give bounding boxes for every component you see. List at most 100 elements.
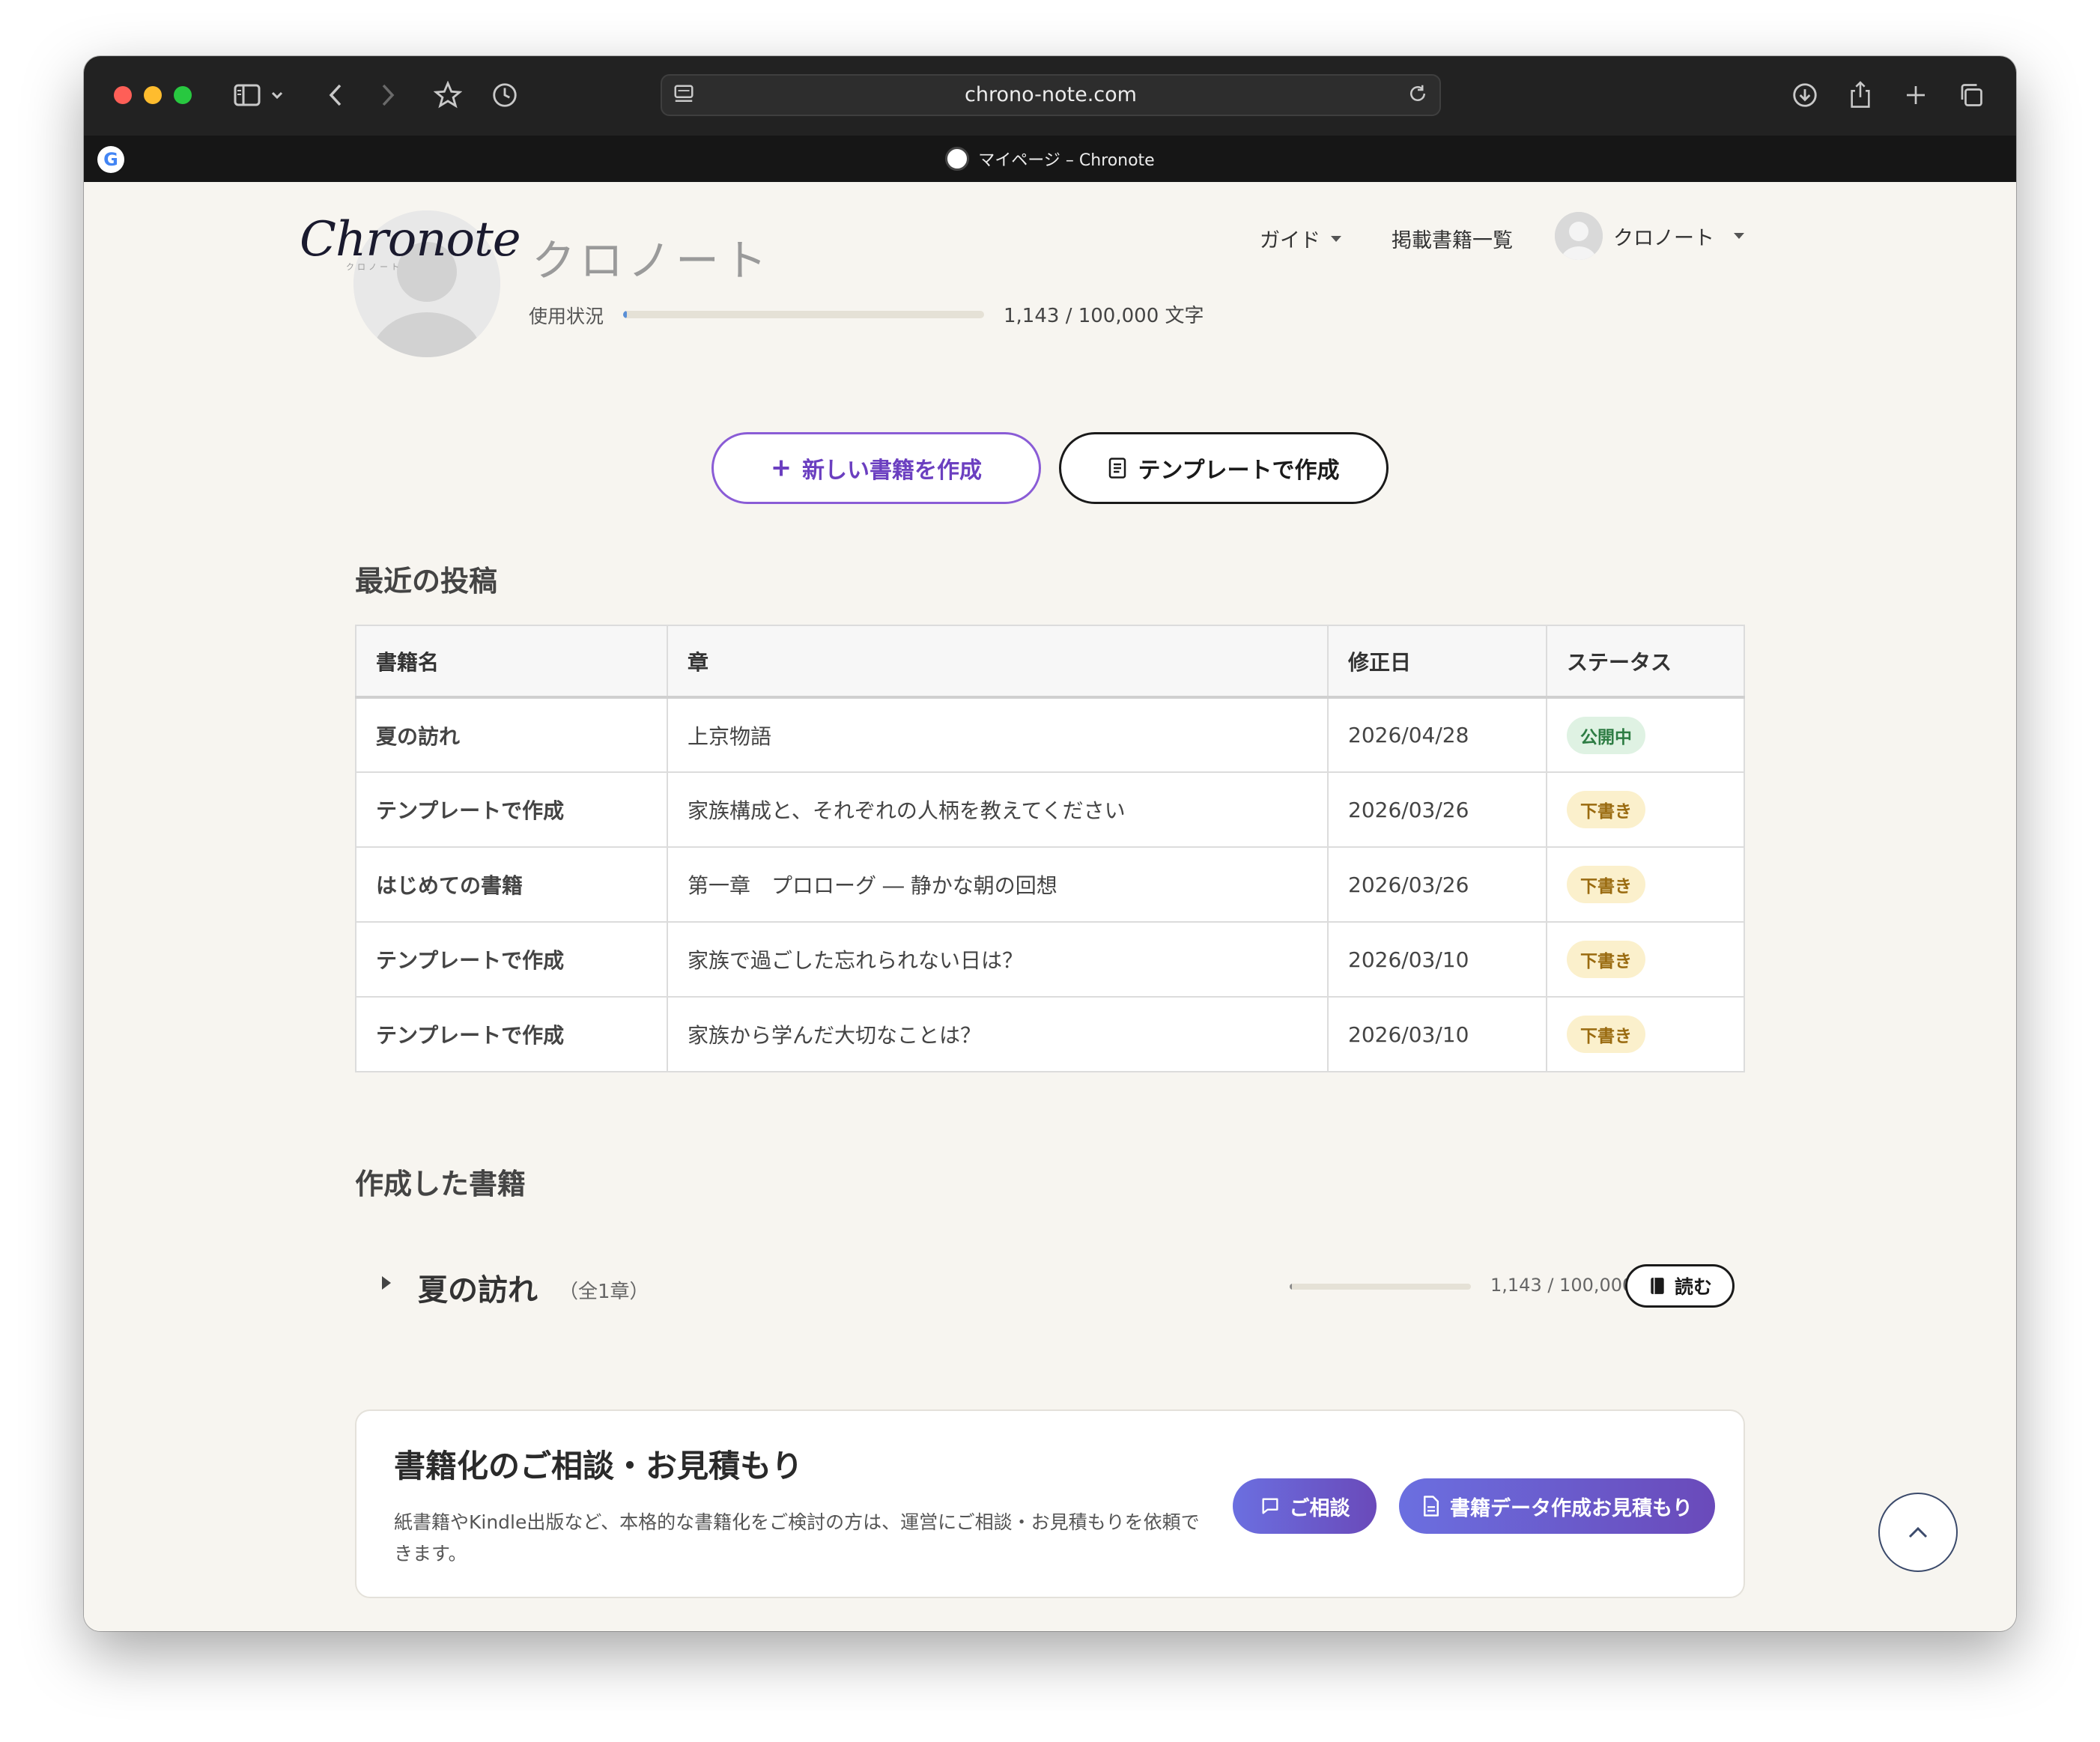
table-row[interactable]: テンプレートで作成 家族構成と、それぞれの人柄を教えてください 2026/03/… (355, 771, 1745, 848)
usage-progress-fill (623, 311, 628, 318)
recent-posts-table: 書籍名 章 修正日 ステータス 夏の訪れ 上京物語 2026/04/28 公開中… (355, 625, 1745, 1072)
minimize-window-button[interactable] (144, 86, 162, 104)
document-icon (1424, 1496, 1439, 1517)
share-icon[interactable] (1844, 79, 1877, 112)
tab-overview-icon[interactable] (1955, 79, 1988, 112)
status-badge: 下書き (1567, 791, 1645, 828)
table-row[interactable]: テンプレートで作成 家族で過ごした忘れられない日は？ 2026/03/10 下書… (355, 921, 1745, 998)
row-status-cell: 下書き (1546, 996, 1745, 1072)
estimate-label: 書籍データ作成お見積もり (1450, 1496, 1693, 1520)
row-status-cell: 下書き (1546, 771, 1745, 848)
close-window-button[interactable] (114, 86, 132, 104)
browser-window: chrono-note.com G マイページ – Chronote Chron… (84, 56, 2016, 1631)
read-label: 読む (1674, 1276, 1712, 1298)
nav-books-list-label: 掲載書籍一覧 (1392, 229, 1513, 252)
row-chapter[interactable]: 第一章 プロローグ ― 静かな朝の回想 (667, 846, 1329, 923)
new-tab-icon[interactable] (1899, 79, 1932, 112)
chronote-favicon-icon (945, 147, 970, 171)
back-icon[interactable] (322, 79, 349, 112)
status-badge: 下書き (1567, 941, 1645, 978)
history-icon[interactable] (488, 79, 521, 112)
new-book-button[interactable]: 新しい書籍を作成 (711, 432, 1041, 504)
tab-bar: G マイページ – Chronote (84, 136, 2016, 182)
usage-count: 1,143 / 100,000 文字 (1004, 305, 1204, 327)
table-row[interactable]: テンプレートで作成 家族から学んだ大切なことは？ 2026/03/10 下書き (355, 996, 1745, 1072)
status-badge: 下書き (1567, 1016, 1645, 1053)
row-book[interactable]: テンプレートで作成 (355, 771, 668, 848)
row-status-cell: 下書き (1546, 921, 1745, 998)
row-chapter[interactable]: 家族構成と、それぞれの人柄を教えてください (667, 771, 1329, 848)
user-avatar (1555, 212, 1603, 260)
row-date: 2026/03/10 (1327, 996, 1547, 1072)
consultation-title: 書籍化のご相談・お見積もり (394, 1448, 804, 1484)
chevron-down-icon (1331, 235, 1341, 242)
status-badge: 下書き (1567, 866, 1645, 903)
consultation-panel: 書籍化のご相談・お見積もり 紙書籍やKindle出版など、本格的な書籍化をご検討… (355, 1409, 1745, 1598)
nav-guide[interactable]: ガイド (1260, 224, 1341, 253)
site-logo-subtitle: クロノート (346, 262, 402, 272)
book-icon (1651, 1278, 1664, 1294)
reload-icon[interactable] (1406, 82, 1429, 105)
book-progress-bar (1290, 1284, 1471, 1290)
plus-icon (773, 460, 789, 476)
row-date: 2026/04/28 (1327, 697, 1547, 773)
usage-progress-bar (623, 311, 984, 318)
consult-button[interactable]: ご相談 (1233, 1478, 1377, 1534)
row-book[interactable]: はじめての書籍 (355, 846, 668, 923)
row-book[interactable]: テンプレートで作成 (355, 996, 668, 1072)
book-progress-fill (1290, 1284, 1292, 1290)
tab-title: マイページ – Chronote (978, 151, 1155, 170)
nav-guide-label: ガイド (1260, 229, 1320, 252)
usage-label: 使用状況 (529, 306, 604, 327)
book-word-count: 1,143 / 100,000 (1490, 1275, 1634, 1296)
consult-label: ご相談 (1289, 1496, 1350, 1520)
chevron-down-icon[interactable] (268, 79, 286, 112)
book-item: 夏の訪れ （全1章） 1,143 / 100,000 読む (355, 1251, 1745, 1318)
row-book[interactable]: テンプレートで作成 (355, 921, 668, 998)
expand-triangle-icon[interactable] (382, 1276, 391, 1290)
table-header-row: 書籍名 章 修正日 ステータス (355, 625, 1745, 698)
recent-posts-title: 最近の投稿 (355, 565, 498, 598)
row-chapter[interactable]: 家族から学んだ大切なことは？ (667, 996, 1329, 1072)
column-header-status: ステータス (1546, 625, 1745, 698)
nav-user-label: クロノート (1613, 226, 1714, 250)
template-create-label: テンプレートで作成 (1138, 458, 1340, 484)
template-create-button[interactable]: テンプレートで作成 (1059, 432, 1389, 504)
table-row[interactable]: 夏の訪れ 上京物語 2026/04/28 公開中 (355, 697, 1745, 773)
nav-books-list[interactable]: 掲載書籍一覧 (1392, 224, 1513, 253)
table-row[interactable]: はじめての書籍 第一章 プロローグ ― 静かな朝の回想 2026/03/26 下… (355, 846, 1745, 923)
row-chapter[interactable]: 家族で過ごした忘れられない日は？ (667, 921, 1329, 998)
row-date: 2026/03/26 (1327, 846, 1547, 923)
row-chapter[interactable]: 上京物語 (667, 697, 1329, 773)
consultation-description: 紙書籍やKindle出版など、本格的な書籍化をご検討の方は、運営にご相談・お見積… (394, 1511, 1200, 1565)
chat-bubble-icon (1262, 1498, 1278, 1514)
zoom-window-button[interactable] (174, 86, 192, 104)
nav-user-menu[interactable]: クロノート (1555, 212, 1744, 260)
url-text[interactable]: chrono-note.com (662, 76, 1439, 115)
scroll-to-top-button[interactable] (1878, 1493, 1958, 1572)
forward-icon[interactable] (374, 79, 401, 112)
active-tab[interactable]: マイページ – Chronote (84, 136, 2016, 182)
sidebar-toggle-icon[interactable] (231, 79, 264, 112)
new-book-label: 新しい書籍を作成 (802, 458, 982, 484)
profile-name: クロノート (532, 235, 772, 286)
browser-toolbar: chrono-note.com (84, 56, 2016, 136)
row-date: 2026/03/26 (1327, 771, 1547, 848)
book-name[interactable]: 夏の訪れ (418, 1266, 538, 1309)
status-badge: 公開中 (1567, 716, 1645, 754)
row-status-cell: 下書き (1546, 846, 1745, 923)
bookmark-star-icon[interactable] (431, 79, 464, 112)
page-content: Chronote クロノート クロノート 使用状況 1,143 / 100,00… (84, 182, 2016, 1631)
download-icon[interactable] (1788, 79, 1821, 112)
site-logo[interactable]: Chronote (300, 212, 521, 267)
document-icon (1109, 458, 1126, 479)
book-chapter-count: （全1章） (559, 1281, 649, 1303)
row-date: 2026/03/10 (1327, 921, 1547, 998)
column-header-chapter: 章 (667, 625, 1329, 698)
estimate-button[interactable]: 書籍データ作成お見積もり (1399, 1478, 1715, 1534)
chevron-down-icon (1734, 233, 1744, 239)
address-bar[interactable]: chrono-note.com (661, 74, 1441, 116)
read-button[interactable]: 読む (1625, 1264, 1735, 1308)
chevron-up-icon (1908, 1526, 1928, 1538)
row-book[interactable]: 夏の訪れ (355, 697, 668, 773)
